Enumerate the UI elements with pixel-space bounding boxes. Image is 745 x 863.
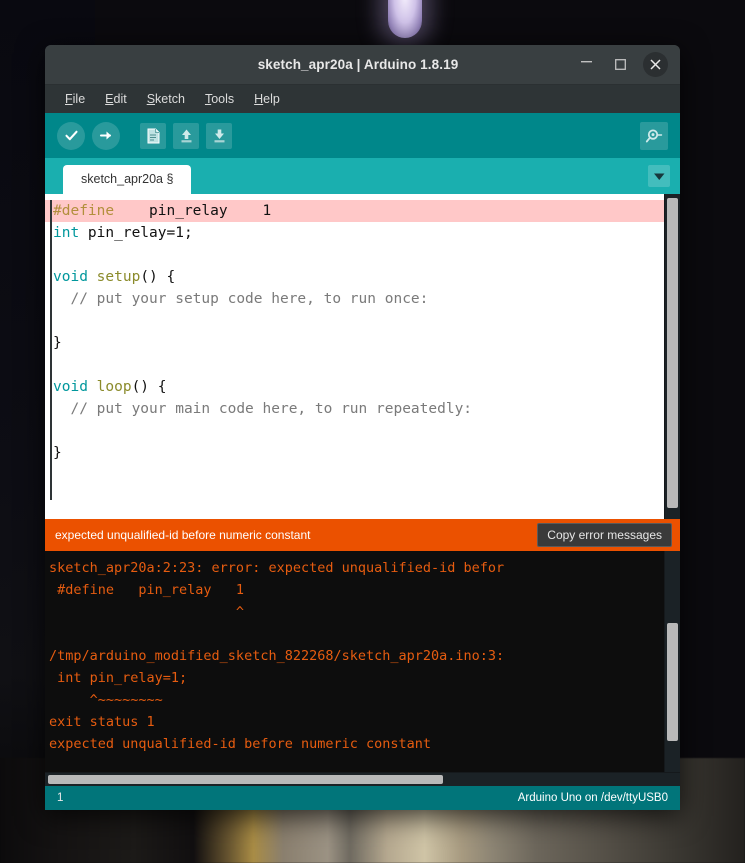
tabbar: sketch_apr20a § xyxy=(45,158,680,194)
code-token: #define xyxy=(53,203,115,219)
console-line: ^ xyxy=(49,604,245,620)
code-line: // put your setup code here, to run once… xyxy=(45,288,664,310)
open-sketch-button[interactable] xyxy=(173,122,199,149)
menu-sketch[interactable]: Sketch xyxy=(139,89,193,109)
minimize-button[interactable] xyxy=(575,54,597,76)
code-line: } xyxy=(45,442,664,464)
console-line: #define pin_relay 1 xyxy=(49,582,245,598)
code-line: } xyxy=(45,332,664,354)
arduino-ide-window: sketch_apr20a | Arduino 1.8.19 File Edit… xyxy=(45,45,680,810)
code-token: int xyxy=(53,225,80,241)
copy-error-messages-button[interactable]: Copy error messages xyxy=(537,523,672,547)
console-line: int pin_relay=1; xyxy=(49,670,188,686)
error-message: expected unqualified-id before numeric c… xyxy=(55,528,311,542)
minimize-icon xyxy=(580,60,592,62)
code-line: void loop() { xyxy=(45,376,664,398)
code-token: pin_relay=1; xyxy=(79,225,193,241)
maximize-button[interactable] xyxy=(609,54,631,76)
code-token: void xyxy=(53,269,88,285)
code-editor[interactable]: #define pin_relay 1 int pin_relay=1; void… xyxy=(45,194,664,519)
code-token: setup xyxy=(96,269,141,285)
close-button[interactable] xyxy=(643,52,668,77)
code-line: void setup() { xyxy=(45,266,664,288)
console-line: expected unqualified-id before numeric c… xyxy=(49,736,432,752)
chevron-down-icon xyxy=(653,173,664,180)
magnifier-icon xyxy=(645,129,663,142)
console-line: exit status 1 xyxy=(49,714,155,730)
code-token: () { xyxy=(140,269,176,285)
menu-file-mnemonic: F xyxy=(65,92,73,106)
code-token: } xyxy=(53,445,62,461)
console-area: sketch_apr20a:2:23: error: expected unqu… xyxy=(45,551,680,772)
code-token: // put your setup code here, to run once… xyxy=(53,291,429,307)
error-strip: expected unqualified-id before numeric c… xyxy=(45,519,680,551)
menu-edit-mnemonic: E xyxy=(105,92,114,106)
menu-tools-label: ools xyxy=(211,92,235,106)
window-controls xyxy=(575,52,680,77)
new-sketch-button[interactable] xyxy=(140,122,166,149)
save-sketch-button[interactable] xyxy=(206,122,232,149)
console-line: /tmp/arduino_modified_sketch_822268/sket… xyxy=(49,648,505,664)
check-icon xyxy=(64,130,78,141)
code-token: // put your main code here, to run repea… xyxy=(53,401,473,417)
code-editor-area: #define pin_relay 1 int pin_relay=1; void… xyxy=(45,194,680,519)
code-token: } xyxy=(53,335,62,351)
menu-tools[interactable]: Tools xyxy=(197,89,242,109)
console-output[interactable]: sketch_apr20a:2:23: error: expected unqu… xyxy=(45,551,664,772)
menu-sketch-label: ketch xyxy=(155,92,185,106)
menu-help[interactable]: Help xyxy=(246,89,288,109)
board-port-indicator: Arduino Uno on /dev/ttyUSB0 xyxy=(517,792,668,804)
menu-file[interactable]: File xyxy=(57,89,93,109)
upload-button[interactable] xyxy=(92,121,120,150)
arrow-right-icon xyxy=(99,131,111,140)
code-token: loop xyxy=(96,379,132,395)
code-token: () { xyxy=(131,379,167,395)
tab-sketch-apr20a[interactable]: sketch_apr20a § xyxy=(63,165,192,194)
arrow-up-icon xyxy=(181,129,191,142)
menu-edit[interactable]: Edit xyxy=(97,89,135,109)
editor-scrollbar-thumb[interactable] xyxy=(667,198,678,508)
verify-button[interactable] xyxy=(57,121,85,150)
close-icon xyxy=(650,59,661,70)
titlebar[interactable]: sketch_apr20a | Arduino 1.8.19 xyxy=(45,45,680,85)
window-title: sketch_apr20a | Arduino 1.8.19 xyxy=(257,57,459,72)
serial-monitor-button[interactable] xyxy=(640,121,668,150)
menu-help-label: elp xyxy=(263,92,280,106)
console-vertical-scrollbar[interactable] xyxy=(664,551,680,772)
code-line: // put your main code here, to run repea… xyxy=(45,398,664,420)
maximize-icon xyxy=(614,59,626,70)
code-lines: #define pin_relay 1 int pin_relay=1; void… xyxy=(45,200,664,464)
editor-vertical-scrollbar[interactable] xyxy=(664,194,680,519)
menu-sketch-mnemonic: S xyxy=(146,92,156,106)
arrow-down-icon xyxy=(214,129,224,142)
code-token: void xyxy=(53,379,88,395)
line-number-indicator: 1 xyxy=(57,792,64,804)
console-horizontal-scrollbar[interactable] xyxy=(45,772,680,786)
console-scrollbar-thumb[interactable] xyxy=(667,623,678,741)
editor-left-caret-bar xyxy=(50,200,52,500)
console-hscrollbar-thumb[interactable] xyxy=(48,775,443,784)
menu-help-mnemonic: H xyxy=(254,92,264,106)
statusbar: 1 Arduino Uno on /dev/ttyUSB0 xyxy=(45,786,680,810)
toolbar xyxy=(45,113,680,158)
toolbar-buttons xyxy=(57,121,232,150)
console-line: ^~~~~~~~~ xyxy=(49,692,163,708)
code-line: int pin_relay=1; xyxy=(45,222,664,244)
code-line: #define pin_relay 1 xyxy=(45,200,664,222)
menubar: File Edit Sketch Tools Help xyxy=(45,85,680,113)
code-token: pin_relay 1 xyxy=(114,203,272,219)
tab-dropdown-button[interactable] xyxy=(648,165,670,187)
wallpaper-lamp xyxy=(388,0,422,38)
console-line: sketch_apr20a:2:23: error: expected unqu… xyxy=(49,560,505,576)
menu-file-label: ile xyxy=(72,92,86,106)
document-icon xyxy=(147,128,159,143)
menu-edit-label: dit xyxy=(113,92,127,106)
